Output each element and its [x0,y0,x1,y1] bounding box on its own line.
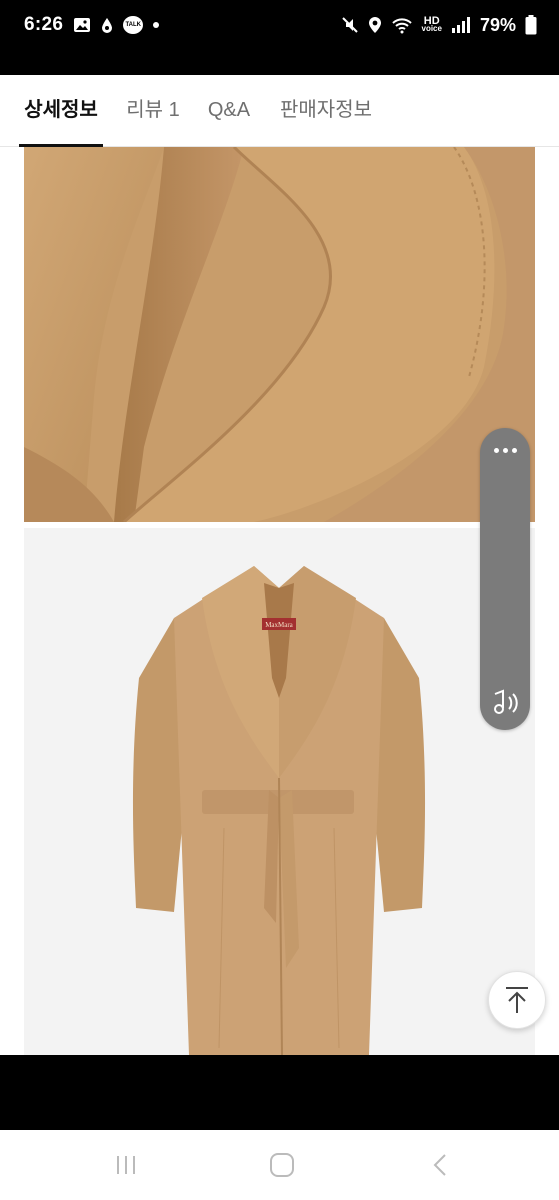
tab-reviews[interactable]: 리뷰 1 [124,75,182,147]
product-photo-closeup [24,147,535,522]
drop-icon [102,18,113,33]
tab-detail-info[interactable]: 상세정보 [19,75,103,147]
scroll-to-top-button[interactable] [488,971,546,1029]
kakaotalk-icon: TALK [123,16,144,34]
status-bar: 6:26 TALK HD voice 79% [0,0,559,50]
header-gap [0,50,559,75]
product-photo-full: MaxMara [24,528,535,1055]
gallery-icon [74,18,91,32]
battery-percent: 79% [479,14,516,35]
tab-qna[interactable]: Q&A [205,75,253,147]
hd-voice-icon: HD voice [421,15,442,33]
brand-label: MaxMara [265,621,293,629]
battery-icon [525,15,537,35]
signal-icon [451,17,470,33]
tab-seller-info[interactable]: 판매자정보 [275,75,377,147]
home-icon[interactable] [262,1150,302,1180]
more-dots-icon[interactable] [480,440,530,460]
arrow-up-icon [506,987,528,1013]
system-navigation-bar [0,1130,559,1200]
floating-side-panel [480,428,530,730]
status-time: 6:26 [24,14,64,35]
bottom-black-area [0,1055,559,1130]
back-icon[interactable] [420,1150,460,1180]
detail-tab-bar: 상세정보 리뷰 1 Q&A 판매자정보 [0,75,559,147]
wifi-calling-icon [391,18,412,34]
mute-icon [341,17,358,33]
recent-apps-icon[interactable] [106,1150,146,1180]
notification-dot-icon [153,22,160,28]
location-icon [368,17,381,33]
audio-icon[interactable] [485,686,525,720]
product-detail-content: MaxMara [0,147,559,1055]
